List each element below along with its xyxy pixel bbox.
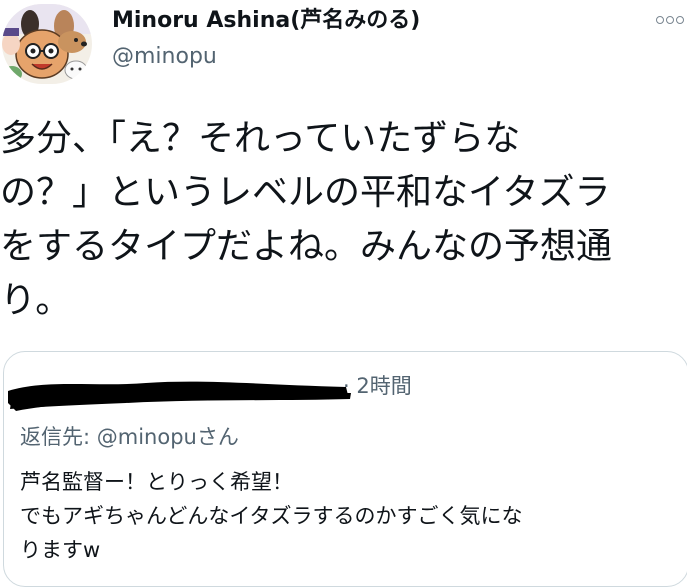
- redacted-author-name: [8, 381, 351, 411]
- tweet-line: 多分、「え？それっていたずらな: [0, 118, 521, 159]
- quoted-line: でもアギちゃんどんなイタズラするのかすごく気にな: [20, 504, 523, 528]
- quoted-line: 芦名監督ー！とりっく希望！: [20, 470, 293, 494]
- reply-to-line: 返信先: @minopuさん: [20, 422, 239, 452]
- dot: [666, 16, 674, 24]
- quoted-line: りますw: [20, 538, 101, 562]
- quoted-tweet-text: 芦名監督ー！とりっく希望！ でもアギちゃんどんなイタズラするのかすごく気にな り…: [20, 465, 670, 567]
- tweet-line: をするタイプだよね。みんなの予想通: [0, 226, 613, 267]
- more-options-icon[interactable]: [656, 10, 686, 30]
- tweet-line: の？」というレベルの平和なイタズラ: [0, 172, 611, 213]
- author-handle[interactable]: @minopu: [112, 42, 217, 72]
- dot: [656, 16, 664, 24]
- tweet-line: り。: [0, 280, 72, 321]
- author-display-name[interactable]: Minoru Ashina(芦名みのる): [112, 6, 420, 36]
- reply-prefix: 返信先:: [20, 425, 97, 449]
- dot: [676, 16, 684, 24]
- avatar[interactable]: [2, 4, 92, 84]
- tweet-text: 多分、「え？それっていたずらな の？」というレベルの平和なイタズラ をするタイプ…: [0, 112, 685, 328]
- quoted-timestamp[interactable]: · 2時間: [343, 371, 412, 401]
- reply-suffix: さん: [196, 425, 239, 449]
- reply-mention-link[interactable]: @minopu: [97, 425, 197, 449]
- cartoon-avatar-icon: [2, 4, 92, 84]
